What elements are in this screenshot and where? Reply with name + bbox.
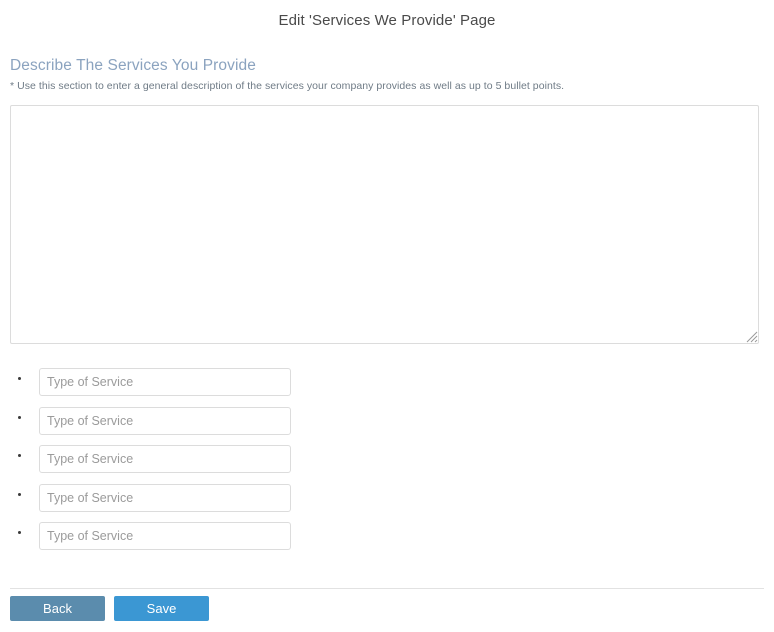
- description-textarea[interactable]: [10, 105, 759, 344]
- list-item: [0, 445, 774, 484]
- list-item: [0, 483, 774, 523]
- footer-divider: [10, 588, 764, 589]
- bullet-dot-icon: [18, 454, 21, 457]
- service-type-input-3[interactable]: [39, 445, 291, 473]
- page-title: Edit 'Services We Provide' Page: [278, 12, 496, 29]
- service-type-input-1[interactable]: [39, 368, 291, 396]
- section-heading: Describe The Services You Provide: [10, 57, 256, 74]
- service-type-input-2[interactable]: [39, 406, 291, 435]
- list-item: [0, 368, 774, 407]
- bullet-dot-icon: [18, 415, 21, 419]
- back-button[interactable]: Back: [10, 596, 105, 621]
- edit-services-page: Edit 'Services We Provide' Page Describe…: [0, 0, 774, 632]
- service-type-input-4[interactable]: [39, 483, 291, 512]
- bullet-dot-icon: [18, 531, 21, 534]
- footer-actions: Back Save: [10, 596, 209, 621]
- list-item: [0, 522, 774, 561]
- bullet-dot-icon: [18, 492, 21, 496]
- section-instruction-text: * Use this section to enter a general de…: [10, 80, 565, 92]
- list-item: [0, 406, 774, 446]
- save-button[interactable]: Save: [114, 596, 209, 621]
- service-type-input-5[interactable]: [39, 522, 291, 550]
- bullet-dot-icon: [18, 377, 21, 380]
- service-bullet-list: [0, 368, 774, 561]
